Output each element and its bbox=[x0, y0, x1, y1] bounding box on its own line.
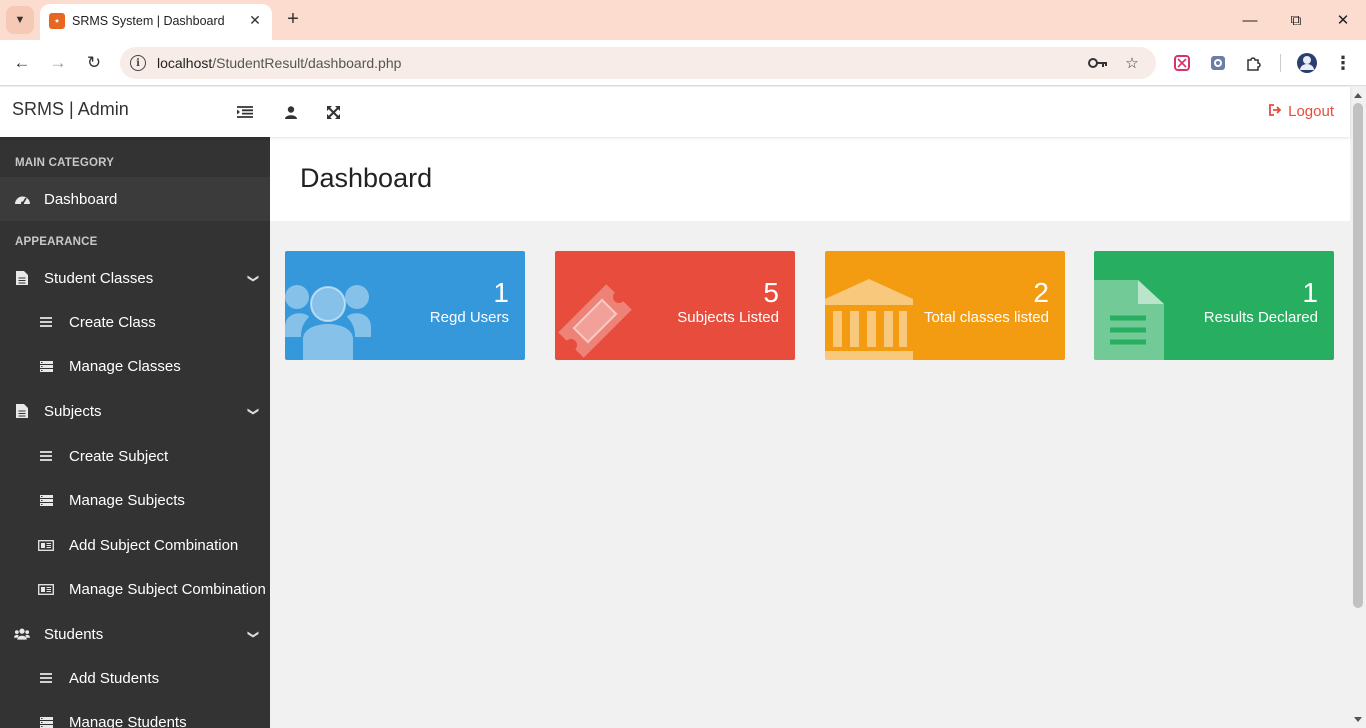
newspaper-icon bbox=[38, 537, 54, 553]
sidebar-item-students[interactable]: Students ❯ bbox=[0, 612, 270, 656]
forward-button[interactable]: → bbox=[46, 51, 70, 75]
server-icon bbox=[38, 492, 54, 508]
logout-label: Logout bbox=[1288, 103, 1334, 120]
sidebar-label: Student Classes bbox=[44, 269, 154, 287]
bars-icon bbox=[38, 670, 54, 686]
stat-value: 5 bbox=[763, 277, 779, 308]
sidebar-item-create-subject[interactable]: Create Subject bbox=[0, 434, 270, 478]
stat-value: 1 bbox=[1302, 277, 1318, 308]
profile-avatar[interactable] bbox=[1295, 51, 1319, 75]
bars-icon bbox=[38, 448, 54, 464]
restore-button[interactable]: ⧉ bbox=[1284, 8, 1308, 32]
reload-button[interactable]: ↻ bbox=[82, 51, 106, 75]
file-text-icon bbox=[14, 270, 30, 286]
sidebar-item-student-classes[interactable]: Student Classes ❯ bbox=[0, 256, 270, 300]
sidebar-label: Create Subject bbox=[69, 447, 169, 465]
toolbar-separator bbox=[1280, 54, 1281, 72]
sidebar-label: Manage Subject Combination bbox=[69, 580, 266, 598]
server-icon bbox=[38, 358, 54, 374]
stat-value: 1 bbox=[493, 277, 509, 308]
extension-2-icon[interactable] bbox=[1206, 51, 1230, 75]
scroll-up-arrow-icon[interactable] bbox=[1354, 93, 1362, 98]
dashboard-icon bbox=[14, 191, 30, 207]
users-icon bbox=[14, 626, 30, 642]
sidebar-item-manage-subjects[interactable]: Manage Subjects bbox=[0, 478, 270, 522]
browser-toolbar: ← → ↻ i localhost/StudentResult/dashboar… bbox=[0, 40, 1366, 86]
sidebar-item-add-students[interactable]: Add Students bbox=[0, 656, 270, 700]
sidebar-label: Create Class bbox=[69, 313, 156, 331]
chevron-down-icon: ❯ bbox=[246, 406, 259, 416]
stat-card-classes[interactable]: 2 Total classes listed bbox=[825, 251, 1065, 360]
browser-menu-icon[interactable]: ⋮ bbox=[1331, 51, 1355, 75]
key-icon[interactable] bbox=[1088, 53, 1108, 73]
url-text[interactable]: localhost/StudentResult/dashboard.php bbox=[157, 55, 401, 71]
user-icon[interactable] bbox=[280, 101, 302, 123]
sign-out-icon bbox=[1269, 104, 1282, 119]
minimize-button[interactable]: — bbox=[1238, 8, 1262, 32]
sidebar-label: Students bbox=[44, 625, 104, 643]
stat-card-users[interactable]: 1 Regd Users bbox=[285, 251, 525, 360]
fullscreen-icon[interactable] bbox=[322, 101, 344, 123]
users-icon bbox=[285, 277, 375, 360]
sidebar-item-dashboard[interactable]: Dashboard bbox=[0, 177, 270, 221]
page-title-bar: Dashboard bbox=[270, 137, 1350, 221]
sidebar: MAIN CATEGORY Dashboard APPEARANCE Stude… bbox=[0, 137, 270, 728]
sidebar-label: Manage Students bbox=[69, 713, 187, 728]
sidebar-item-create-class[interactable]: Create Class bbox=[0, 300, 270, 344]
server-icon bbox=[38, 714, 54, 728]
file-text-icon bbox=[14, 403, 30, 419]
logout-button[interactable]: Logout bbox=[1269, 103, 1334, 120]
sidebar-category-appearance: APPEARANCE bbox=[15, 236, 98, 248]
tab-title: SRMS System | Dashboard bbox=[72, 14, 225, 28]
sidebar-item-manage-subject-combination[interactable]: Manage Subject Combination bbox=[0, 567, 270, 611]
scrollbar-thumb[interactable] bbox=[1353, 103, 1363, 608]
sidebar-category-main: MAIN CATEGORY bbox=[15, 157, 115, 169]
close-window-button[interactable]: ✕ bbox=[1331, 8, 1355, 32]
sidebar-item-add-subject-combination[interactable]: Add Subject Combination bbox=[0, 523, 270, 567]
sidebar-label: Add Subject Combination bbox=[69, 536, 239, 554]
close-tab-icon[interactable]: ✕ bbox=[246, 11, 264, 29]
chevron-down-icon: ❯ bbox=[246, 273, 259, 283]
extensions-puzzle-icon[interactable] bbox=[1242, 51, 1266, 75]
sidebar-label: Subjects bbox=[44, 402, 102, 420]
app-header: SRMS | Admin Logout bbox=[0, 87, 1350, 137]
stat-label: Results Declared bbox=[1203, 309, 1318, 326]
extension-1-icon[interactable] bbox=[1170, 51, 1194, 75]
bars-icon bbox=[38, 314, 54, 330]
stat-card-results[interactable]: 1 Results Declared bbox=[1094, 251, 1334, 360]
back-button[interactable]: ← bbox=[10, 51, 34, 75]
address-bar[interactable]: i localhost/StudentResult/dashboard.php … bbox=[120, 47, 1156, 79]
toggle-sidebar-icon[interactable] bbox=[234, 101, 256, 123]
page-title: Dashboard bbox=[300, 163, 433, 193]
newspaper-icon bbox=[38, 581, 54, 597]
scroll-down-arrow-icon[interactable] bbox=[1354, 717, 1362, 722]
page-scrollbar[interactable] bbox=[1350, 87, 1366, 728]
chevron-down-icon: ❯ bbox=[246, 629, 259, 639]
new-tab-button[interactable]: + bbox=[282, 8, 304, 30]
xampp-favicon-icon: ⋆ bbox=[49, 13, 65, 29]
tab-search-button[interactable]: ▼ bbox=[6, 6, 34, 34]
bank-icon bbox=[825, 279, 913, 360]
stat-label: Subjects Listed bbox=[677, 309, 779, 326]
sidebar-label: Add Students bbox=[69, 669, 160, 687]
sidebar-label: Manage Classes bbox=[69, 357, 181, 375]
stat-card-subjects[interactable]: 5 Subjects Listed bbox=[555, 251, 795, 360]
ticket-icon bbox=[555, 281, 635, 360]
browser-tab-bar: ▼ ⋆ SRMS System | Dashboard ✕ + — ⧉ ✕ bbox=[0, 0, 1366, 40]
sidebar-label: Manage Subjects bbox=[69, 491, 185, 509]
brand-title[interactable]: SRMS | Admin bbox=[12, 99, 129, 120]
sidebar-item-manage-classes[interactable]: Manage Classes bbox=[0, 344, 270, 388]
file-icon bbox=[1094, 280, 1166, 360]
browser-tab[interactable]: ⋆ SRMS System | Dashboard ✕ bbox=[40, 4, 272, 40]
site-info-icon[interactable]: i bbox=[130, 55, 146, 71]
bookmark-star-icon[interactable]: ☆ bbox=[1122, 53, 1142, 73]
sidebar-item-manage-students[interactable]: Manage Students bbox=[0, 700, 270, 728]
stat-label: Regd Users bbox=[429, 309, 509, 326]
stat-value: 2 bbox=[1033, 277, 1049, 308]
stat-label: Total classes listed bbox=[923, 309, 1049, 326]
sidebar-item-subjects[interactable]: Subjects ❯ bbox=[0, 389, 270, 433]
sidebar-label: Dashboard bbox=[44, 190, 118, 208]
